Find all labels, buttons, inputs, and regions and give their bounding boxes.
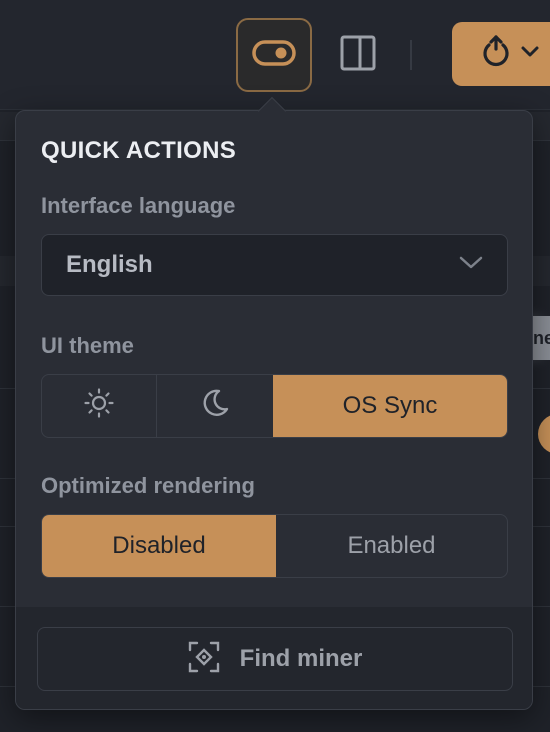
quick-actions-toggle-button[interactable] xyxy=(236,18,312,92)
toggle-switch-icon xyxy=(252,39,296,72)
sidebar-panel-button[interactable] xyxy=(330,22,386,88)
power-menu-button[interactable] xyxy=(452,22,550,86)
theme-option-os-sync[interactable]: OS Sync xyxy=(273,375,507,437)
chevron-down-icon xyxy=(459,256,483,275)
find-miner-label: Find miner xyxy=(239,645,363,672)
language-select[interactable]: English xyxy=(41,234,508,296)
chevron-down-icon xyxy=(520,45,540,64)
popover-title: QUICK ACTIONS xyxy=(41,137,237,164)
rendering-option-disabled[interactable]: Disabled xyxy=(42,515,276,577)
language-label: Interface language xyxy=(41,193,236,218)
rendering-option-enabled[interactable]: Enabled xyxy=(276,515,507,577)
find-miner-button[interactable]: Find miner xyxy=(37,627,513,691)
popover-footer: Find miner xyxy=(16,607,532,709)
background-status-dot xyxy=(538,414,550,454)
theme-option-dark[interactable] xyxy=(157,375,273,437)
background-tag: ne xyxy=(530,316,550,360)
sun-icon xyxy=(84,387,114,425)
moon-icon xyxy=(199,387,231,426)
rendering-segmented-control: Disabled Enabled xyxy=(41,514,508,578)
theme-option-light[interactable] xyxy=(42,375,157,437)
language-selected-value: English xyxy=(66,251,153,278)
theme-segmented-control: OS Sync xyxy=(41,374,508,438)
toolbar-divider xyxy=(410,40,412,70)
quick-actions-popover: QUICK ACTIONS Interface language English… xyxy=(15,110,533,710)
app-screen: ne QUICK ACTIONS Interface language Engl… xyxy=(0,0,550,732)
power-icon xyxy=(480,34,512,75)
rendering-label: Optimized rendering xyxy=(41,473,255,498)
theme-label: UI theme xyxy=(41,333,134,358)
split-panel-icon xyxy=(340,35,376,76)
top-toolbar xyxy=(0,0,550,110)
locate-target-icon xyxy=(188,641,220,678)
